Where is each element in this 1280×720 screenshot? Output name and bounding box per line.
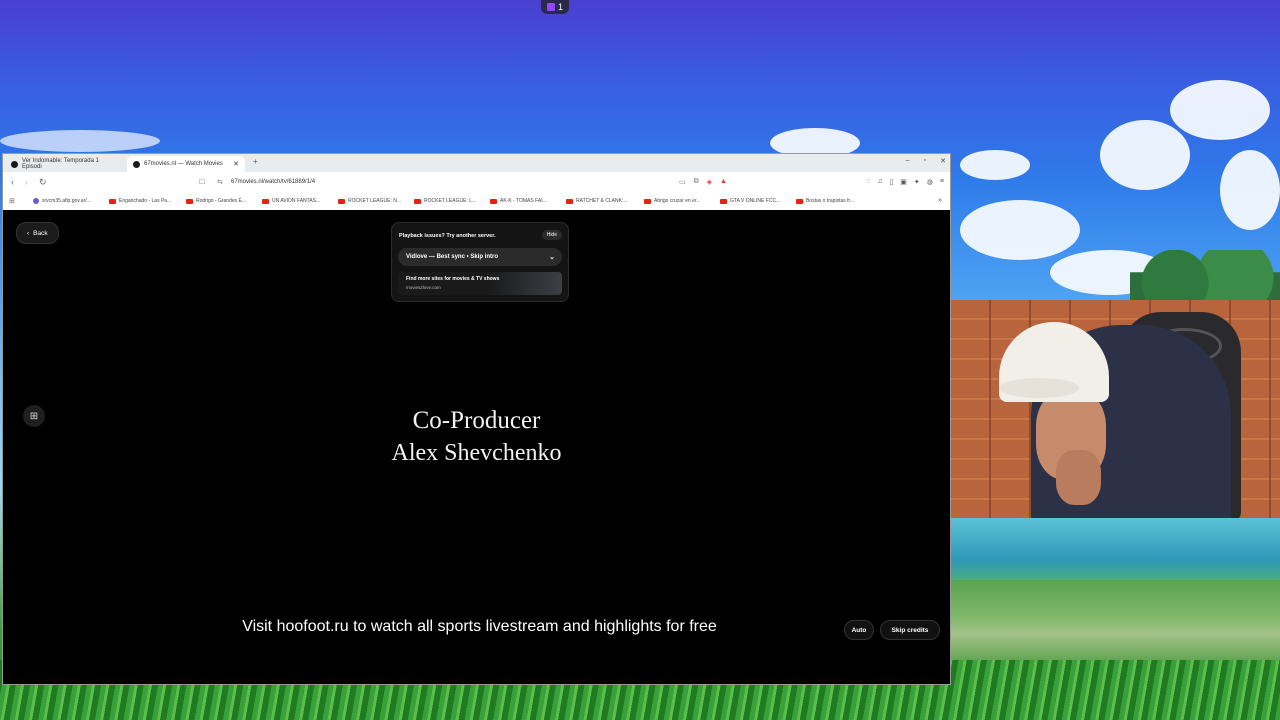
youtube-icon: [720, 198, 727, 204]
youtube-icon: [109, 198, 116, 204]
cap-brim: [999, 378, 1079, 398]
reload-icon[interactable]: ↻: [39, 177, 47, 188]
sidebar-icon[interactable]: ▯: [889, 178, 893, 186]
close-tab-icon[interactable]: ✕: [233, 160, 239, 168]
cloud: [960, 150, 1030, 180]
youtube-icon: [186, 198, 193, 204]
twitch-count: 1: [557, 2, 563, 12]
webcam-overlay: [951, 300, 1280, 518]
bookmark-item[interactable]: AK-K - TOMAS FAI...: [490, 198, 547, 204]
rewards-icon[interactable]: ▲: [720, 178, 727, 186]
back-label: Back: [33, 229, 48, 237]
youtube-icon: [566, 198, 573, 204]
cloud: [1220, 150, 1280, 230]
tab-title: Ver Indomable: Temporada 1 Episodi: [22, 158, 99, 170]
twitch-tray-indicator[interactable]: 1: [541, 0, 569, 14]
hand: [1056, 450, 1101, 505]
bookmark-item[interactable]: ROCKET LEAGUE: L...: [414, 198, 476, 204]
close-window-button[interactable]: ✕: [940, 157, 946, 165]
window-controls: – ▫ ✕: [906, 157, 946, 165]
cloud: [960, 200, 1080, 260]
back-arrow-icon[interactable]: ‹: [11, 177, 14, 187]
tab-favicon: [11, 160, 18, 168]
bookmark-item[interactable]: srvcm35.afip.gov.ar/...: [33, 198, 91, 204]
tab-bar: Ver Indomable: Temporada 1 Episodi 67mov…: [3, 154, 950, 172]
forward-arrow-icon[interactable]: ›: [25, 177, 28, 187]
youtube-icon: [262, 198, 269, 204]
bookmark-item[interactable]: Enganchado - Las Pa...: [109, 198, 171, 204]
menu-icon[interactable]: ≡: [940, 178, 944, 186]
skip-credits-button[interactable]: Skip credits: [880, 620, 940, 640]
bookmark-item[interactable]: RATCHET & CLANK:...: [566, 198, 628, 204]
cloud: [1100, 120, 1190, 190]
url-input[interactable]: 67movies.nl/watch/tv/61889/1/4: [231, 179, 315, 185]
globe-icon: [33, 198, 39, 204]
cast-icon[interactable]: ▭: [679, 178, 686, 186]
bookmark-item[interactable]: Rodrigo - Grandes É...: [186, 198, 246, 204]
credit-role: Co-Producer: [412, 407, 541, 434]
youtube-icon: [644, 198, 651, 204]
browser-window: Ver Indomable: Temporada 1 Episodi 67mov…: [3, 154, 950, 684]
youtube-icon: [796, 198, 803, 204]
bookmark-icon[interactable]: ☐: [199, 178, 205, 186]
chevron-down-icon: ⌄: [549, 254, 555, 261]
field: [950, 580, 1280, 670]
river: [950, 518, 1280, 588]
video-player[interactable]: ‹ Back ⊞ Playback issues? Try another se…: [3, 210, 950, 684]
bookmark-item[interactable]: GTA V ONLINE FCC...: [720, 198, 780, 204]
hide-button[interactable]: Hide: [541, 230, 562, 240]
server-select[interactable]: Vidlove — Best sync • Skip intro ⌄: [398, 248, 562, 266]
tab-67movies[interactable]: 67movies.nl — Watch Movies ✕: [127, 156, 245, 172]
address-extensions: ▭ ⧉ ◈ ▲: [679, 178, 727, 186]
apps-grid-icon[interactable]: ⊞: [9, 197, 15, 205]
promo-banner[interactable]: Find more sites for movies & TV shows mo…: [398, 272, 562, 295]
minimize-button[interactable]: –: [906, 157, 910, 165]
server-panel-title: Playback issues? Try another server.: [399, 233, 496, 239]
bookmarks-bar: ⊞ srvcm35.afip.gov.ar/... Enganchado - L…: [3, 194, 950, 211]
promo-title: Find more sites for movies & TV shows: [406, 276, 500, 282]
new-tab-button[interactable]: +: [253, 157, 258, 166]
quality-auto-button[interactable]: Auto: [844, 620, 874, 640]
youtube-icon: [414, 198, 421, 204]
tab-title: 67movies.nl — Watch Movies: [144, 161, 223, 167]
vpn-icon[interactable]: ◍: [927, 178, 933, 186]
extension-icon[interactable]: ◌: [866, 178, 870, 186]
back-button[interactable]: ‹ Back: [16, 222, 59, 244]
address-bar: ‹ › ↻ ☐ ⇆ 67movies.nl/watch/tv/61889/1/4…: [3, 172, 950, 194]
more-bookmarks-icon[interactable]: »: [938, 197, 942, 204]
toolbar-extensions: ◌ ♫ ▯ ▣ ✦ ◍ ≡: [866, 178, 944, 186]
site-info-icon[interactable]: ⇆: [217, 178, 223, 186]
wallet-icon[interactable]: ▣: [900, 178, 907, 186]
bookmark-item[interactable]: Abrigo cruzar en er...: [644, 198, 700, 204]
music-icon[interactable]: ♫: [877, 178, 882, 186]
treeline: [1130, 250, 1280, 305]
cloud: [0, 130, 160, 152]
cloud: [1170, 80, 1270, 140]
youtube-icon: [490, 198, 497, 204]
subtitle-text: Visit hoofoot.ru to watch all sports liv…: [242, 618, 717, 635]
twitch-icon: [546, 3, 555, 11]
promo-site: movies2love.com: [406, 285, 441, 290]
bookmark-item[interactable]: UN AVION FANTAS...: [262, 198, 320, 204]
server-select-value: Vidlove — Best sync • Skip intro: [406, 254, 499, 260]
tab-favicon: [133, 160, 140, 168]
brave-shield-icon[interactable]: ◈: [707, 178, 712, 186]
bookmark-item[interactable]: ROCKET LEAGUE: N...: [338, 198, 401, 204]
puzzle-icon[interactable]: ✦: [914, 178, 920, 186]
tab-indomable[interactable]: Ver Indomable: Temporada 1 Episodi: [5, 156, 123, 172]
server-panel: Playback issues? Try another server. Hid…: [391, 222, 569, 302]
translate-icon[interactable]: ⧉: [694, 178, 699, 186]
youtube-icon: [338, 198, 345, 204]
maximize-button[interactable]: ▫: [924, 157, 926, 165]
credit-name: Alex Shevchenko: [391, 440, 562, 466]
chevron-left-icon: ‹: [27, 229, 30, 237]
bookmark-item[interactable]: Bostas o trapistas fr...: [796, 198, 854, 204]
